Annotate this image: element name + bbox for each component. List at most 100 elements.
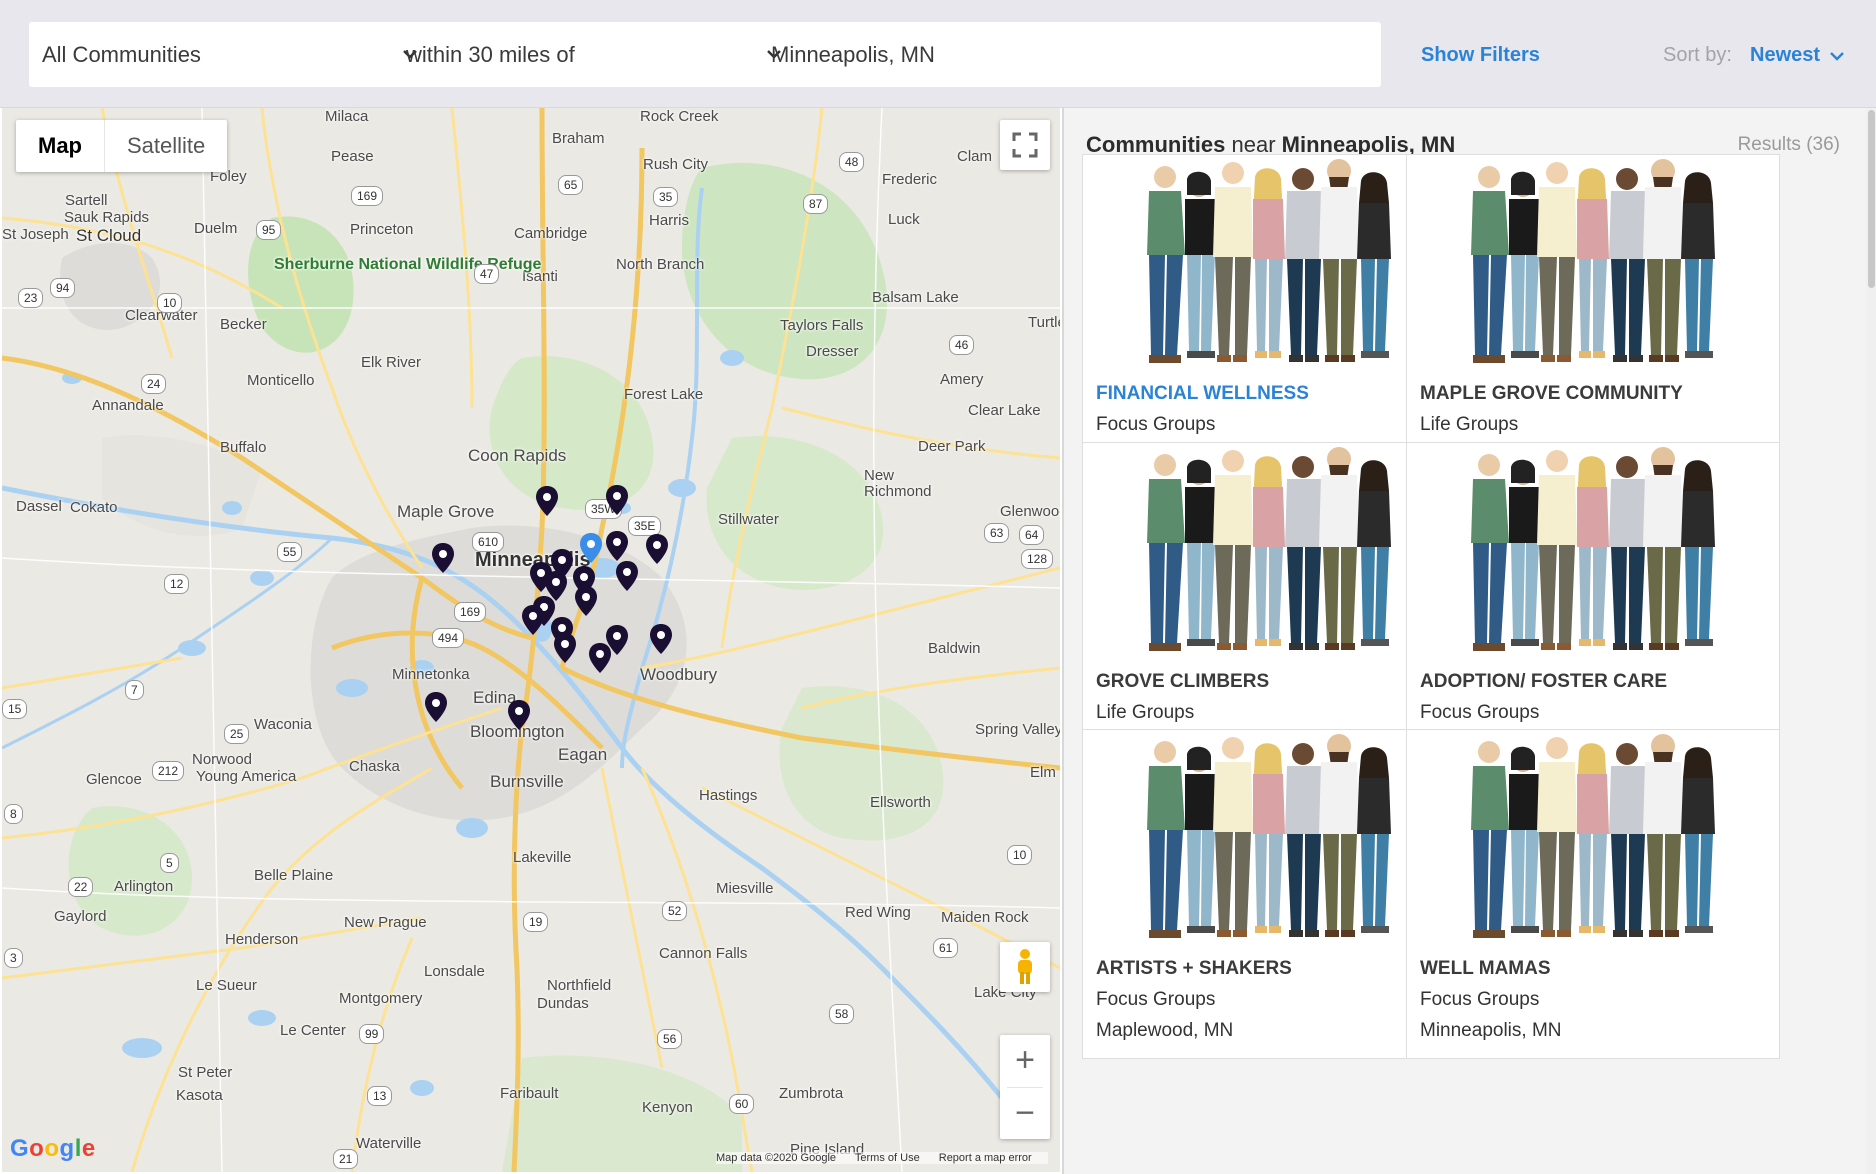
route-shield: 65 (558, 175, 584, 195)
route-shield: 46 (949, 335, 975, 355)
place-label: Maiden Rock (941, 909, 1029, 926)
radius-value: within 30 miles of (406, 41, 575, 67)
place-label: Rush City (643, 156, 709, 173)
card-title[interactable]: FINANCIAL WELLNESS (1096, 383, 1309, 405)
route-shield: 56 (657, 1029, 683, 1049)
map-pin-icon[interactable] (507, 699, 531, 731)
route-shield: 169 (454, 602, 487, 622)
place-label: Monticello (247, 372, 315, 389)
route-shield: 61 (933, 938, 959, 958)
card-category: Focus Groups (1420, 989, 1540, 1010)
place-label: Belle Plaine (254, 867, 334, 884)
place-label: Miesville (716, 880, 774, 897)
place-label: Princeton (350, 221, 414, 238)
place-label: Baldwin (928, 640, 981, 657)
route-shield: 99 (359, 1024, 385, 1044)
results-scrollbar[interactable] (1866, 108, 1876, 1174)
place-label: Arlington (114, 878, 174, 895)
place-label: Chaska (349, 758, 400, 775)
map-pin-icon[interactable] (535, 485, 559, 517)
route-shield: 63 (984, 523, 1010, 543)
place-label: Luck (888, 211, 920, 228)
park-label: Sherburne National Wildlife Refuge (274, 256, 541, 274)
place-label: Rock Creek (640, 108, 719, 125)
community-card[interactable]: GROVE CLIMBERSLife Groups2550 Wabash Ave… (1082, 442, 1456, 772)
place-label: Lakeville (513, 849, 572, 866)
place-label: Waconia (254, 716, 312, 733)
place-label: Kenyon (642, 1099, 693, 1116)
sort-select[interactable]: Newest (1750, 44, 1820, 67)
card-title[interactable]: ARTISTS + SHAKERS (1096, 958, 1292, 980)
category-select[interactable]: All Communities (42, 22, 420, 87)
route-shield: 22 (68, 877, 94, 897)
street-view-button[interactable] (1000, 942, 1050, 992)
card-title[interactable]: GROVE CLIMBERS (1096, 671, 1269, 693)
map-pin-icon[interactable] (424, 691, 448, 723)
fullscreen-button[interactable] (1000, 120, 1050, 170)
place-label: Le Sueur (196, 977, 257, 994)
route-shield: 212 (152, 761, 185, 781)
map-type-map-button[interactable]: Map (16, 120, 105, 172)
location-input[interactable]: Minneapolis, MN (771, 22, 1351, 87)
route-shield: 12 (164, 574, 190, 594)
map-type-satellite-button[interactable]: Satellite (105, 120, 227, 172)
zoom-in-button[interactable]: + (1000, 1035, 1050, 1087)
google-logo[interactable]: Google (10, 1135, 96, 1163)
search-bar: All Communities within 30 miles of Minne… (0, 0, 1876, 108)
map-pin-icon[interactable] (553, 632, 577, 664)
map-view[interactable]: Milaca Rock Creek Braham Pease Rush City… (2, 108, 1060, 1172)
map-pin-icon[interactable] (615, 560, 639, 592)
map-attribution: Map data ©2020 Google Terms of Use Repor… (716, 1152, 1048, 1164)
map-pin-icon[interactable] (645, 533, 669, 565)
route-shield: 7 (125, 680, 144, 700)
map-pin-icon[interactable] (521, 604, 545, 636)
place-label: Sartell (65, 192, 108, 209)
scrollbar-thumb[interactable] (1868, 110, 1875, 288)
radius-select[interactable]: within 30 miles of (406, 22, 784, 87)
place-label: Becker (220, 316, 267, 333)
results-panel: Communities near Minneapolis, MN Results… (1062, 108, 1876, 1174)
card-category: Focus Groups (1420, 702, 1540, 723)
place-label: St Joseph (2, 226, 69, 243)
chevron-down-icon[interactable] (1827, 46, 1847, 66)
place-label: Gaylord (54, 908, 107, 925)
community-card[interactable]: MAPLE GROVE COMMUNITYLife GroupsMaple Gr… (1406, 154, 1780, 484)
card-title[interactable]: MAPLE GROVE COMMUNITY (1420, 383, 1683, 405)
card-location: Maplewood, MN (1096, 1020, 1234, 1041)
map-pin-selected-icon[interactable] (579, 532, 603, 564)
show-filters-link[interactable]: Show Filters (1421, 44, 1540, 67)
group-illustration (1471, 734, 1715, 938)
place-label: New Richmond (864, 467, 932, 500)
map-pin-icon[interactable] (605, 484, 629, 516)
card-category: Focus Groups (1096, 414, 1216, 435)
place-label: Northfield (547, 977, 612, 994)
place-label: Hastings (699, 787, 758, 804)
route-shield: 3 (4, 948, 23, 968)
map-pin-icon[interactable] (605, 530, 629, 562)
map-pin-icon[interactable] (574, 585, 598, 617)
zoom-control: + − (1000, 1035, 1050, 1139)
route-shield: 48 (839, 152, 865, 172)
route-shield: 610 (472, 532, 505, 552)
place-label: Clam (957, 148, 993, 165)
map-pin-icon[interactable] (431, 542, 455, 574)
map-pin-icon[interactable] (588, 642, 612, 674)
community-card[interactable]: ADOPTION/ FOSTER CAREFocus GroupsVadnais… (1406, 442, 1780, 772)
card-title[interactable]: WELL MAMAS (1420, 958, 1551, 980)
route-shield: 52 (662, 901, 688, 921)
place-label: Woodbury (640, 665, 718, 684)
map-pin-icon[interactable] (649, 623, 673, 655)
google-logo-text: Google (10, 1135, 96, 1162)
card-category: Focus Groups (1096, 989, 1216, 1010)
terms-of-use-link[interactable]: Terms of Use (855, 1152, 920, 1164)
community-card[interactable]: WELL MAMAS Focus Groups Minneapolis, MN (1406, 729, 1780, 1059)
place-label: Cannon Falls (659, 945, 748, 962)
route-shield: 8 (4, 804, 23, 824)
community-card[interactable]: ARTISTS + SHAKERS Focus Groups Maplewood, … (1082, 729, 1456, 1059)
zoom-out-button[interactable]: − (1000, 1087, 1050, 1139)
place-label: Cokato (70, 499, 118, 516)
report-map-error-link[interactable]: Report a map error (939, 1152, 1032, 1164)
community-card[interactable]: FINANCIAL WELLNESSFocus GroupsShoreview,… (1082, 154, 1456, 484)
card-title[interactable]: ADOPTION/ FOSTER CARE (1420, 671, 1667, 693)
place-label: Amery (940, 371, 984, 388)
